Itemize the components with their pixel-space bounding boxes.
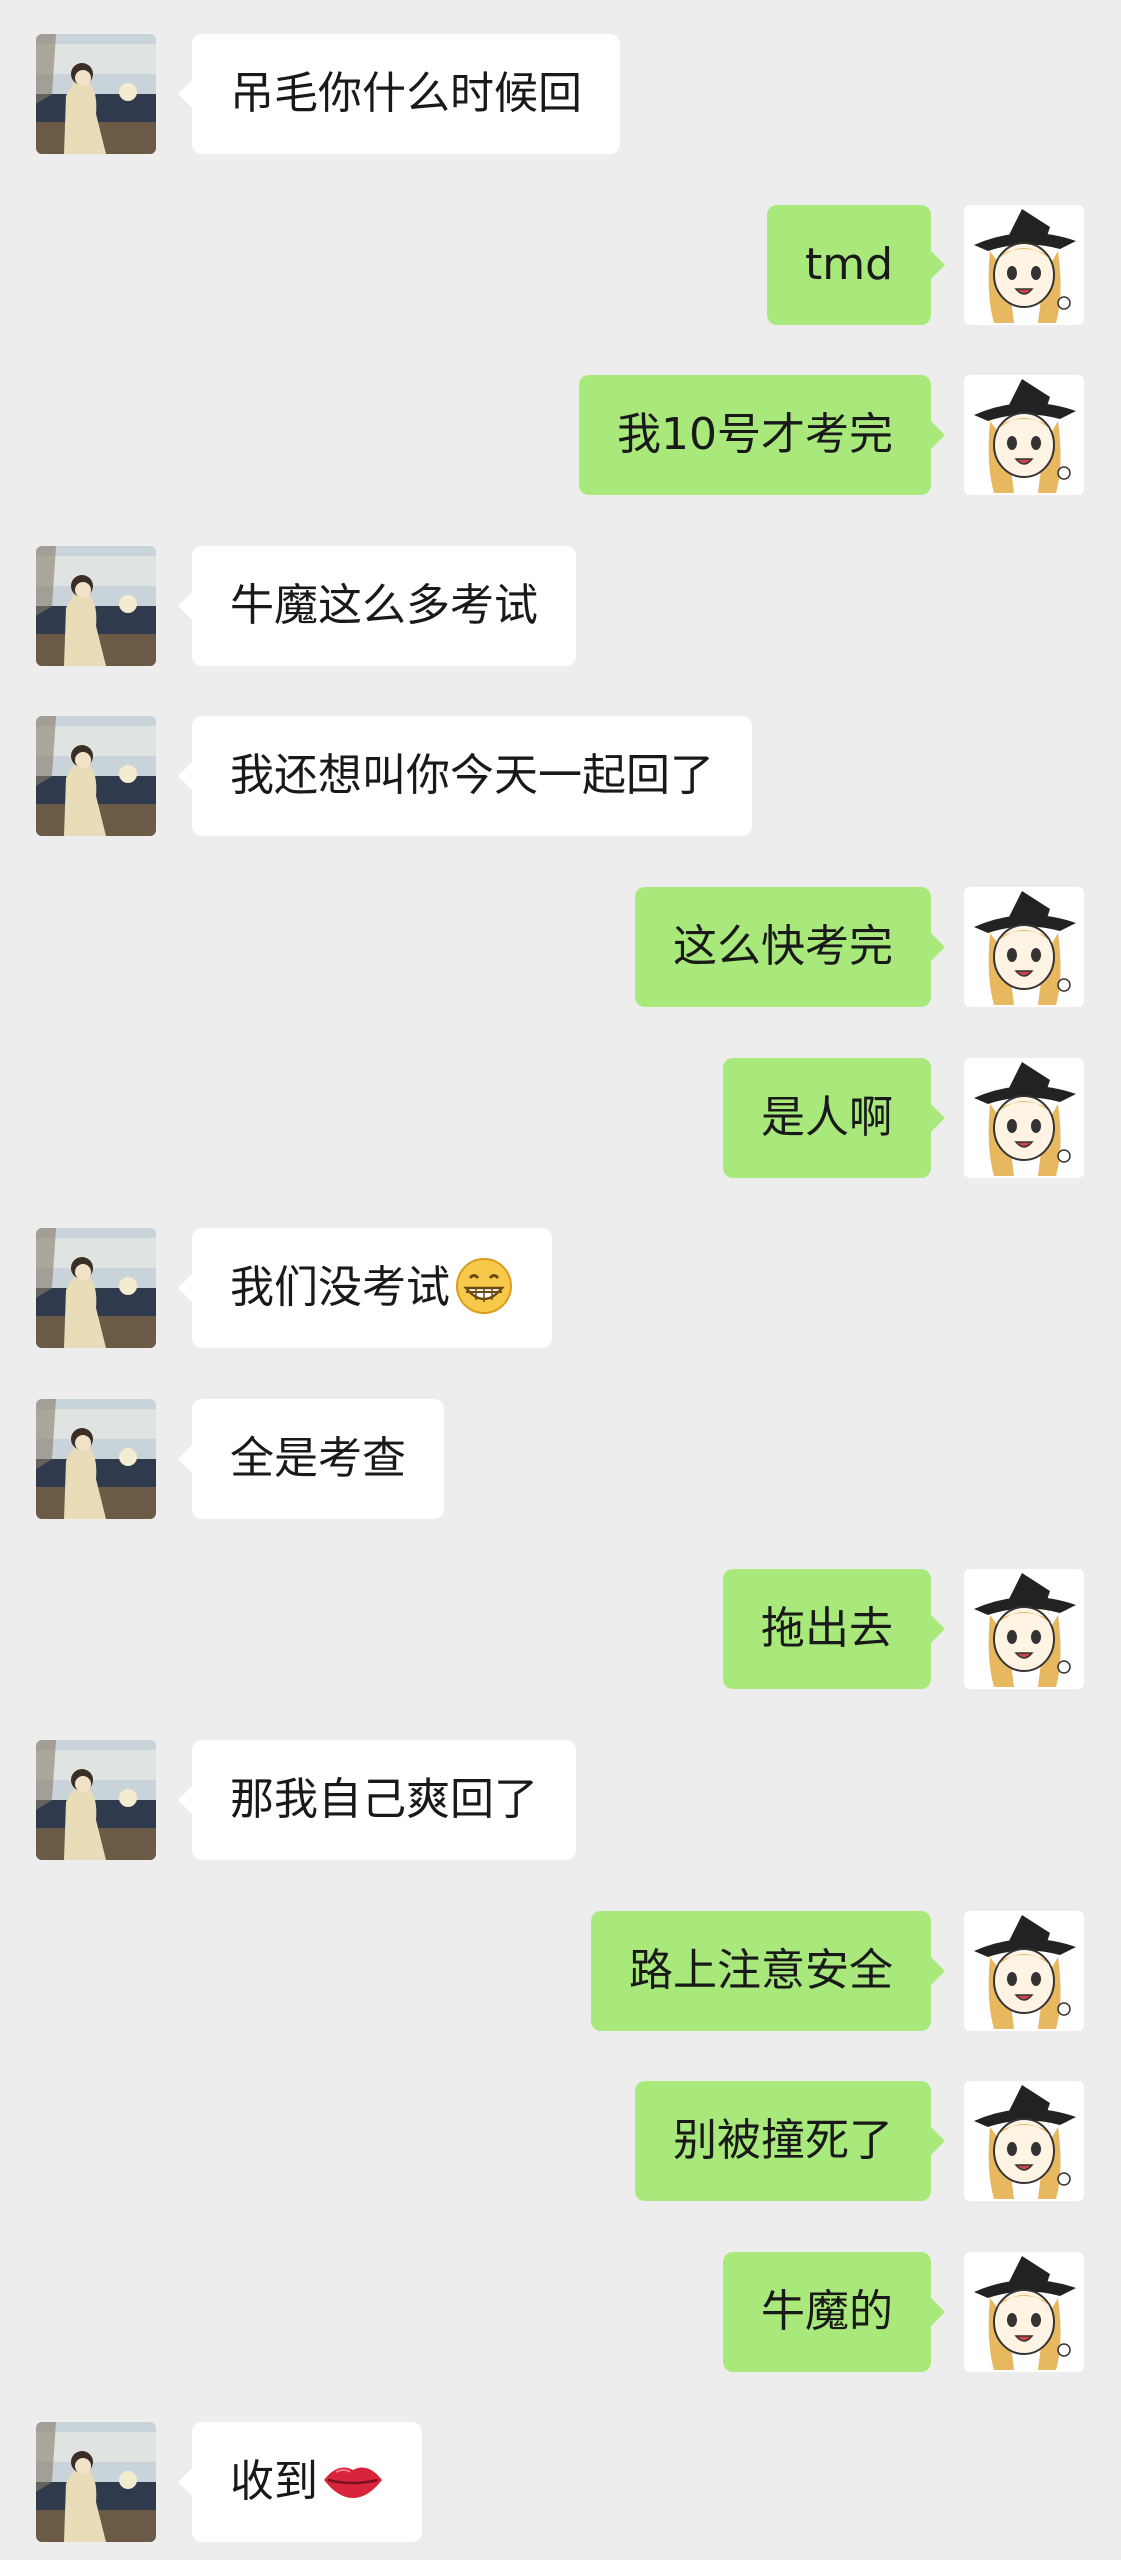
my-avatar[interactable]: [964, 2081, 1084, 2201]
message-bubble[interactable]: 我们没考试: [178, 1228, 552, 1348]
witch-girl-avatar: [964, 1569, 1084, 1689]
message-bubble[interactable]: 那我自己爽回了: [178, 1740, 576, 1860]
witch-girl-avatar: [964, 887, 1084, 1007]
my-avatar[interactable]: [964, 1058, 1084, 1178]
message-bubble[interactable]: 路上注意安全: [591, 1911, 945, 2031]
message-text: 我还想叫你今天一起回了: [230, 750, 714, 801]
grinning-face-emoji: [456, 1258, 512, 1314]
message-bubble[interactable]: 我10号才考完: [579, 375, 945, 495]
received-message-row: 那我自己爽回了: [0, 1740, 1121, 1860]
sent-message-row: 牛魔的: [0, 2252, 1121, 2372]
grinning-face-emoji: [454, 1256, 514, 1316]
received-message-row: 牛魔这么多考试: [0, 546, 1121, 666]
message-text: 全是考查: [230, 1433, 406, 1484]
message-text: 别被撞死了: [673, 2115, 893, 2166]
message-bubble[interactable]: 牛魔的: [723, 2252, 945, 2372]
contact-avatar[interactable]: [36, 1228, 156, 1348]
message-bubble[interactable]: 这么快考完: [635, 887, 945, 1007]
anime-figure-seaside-avatar: [36, 2422, 156, 2542]
message-text: 拖出去: [761, 1603, 893, 1654]
contact-avatar[interactable]: [36, 1740, 156, 1860]
received-message-row: 我还想叫你今天一起回了: [0, 716, 1121, 836]
chat-message-list[interactable]: 吊毛你什么时候回 tmd 我10号才考完 牛魔这么多考试 我还想叫你今天一起回了…: [0, 0, 1121, 2560]
received-message-row: 收到: [0, 2422, 1121, 2542]
witch-girl-avatar: [964, 1911, 1084, 2031]
message-bubble[interactable]: 是人啊: [723, 1058, 945, 1178]
my-avatar[interactable]: [964, 1911, 1084, 2031]
my-avatar[interactable]: [964, 887, 1084, 1007]
witch-girl-avatar: [964, 375, 1084, 495]
message-text: 收到: [230, 2456, 318, 2507]
sent-message-row: 别被撞死了: [0, 2081, 1121, 2201]
witch-girl-avatar: [964, 2081, 1084, 2201]
message-text: tmd: [804, 239, 893, 290]
sent-message-row: 路上注意安全: [0, 1911, 1121, 2031]
message-text: 吊毛你什么时候回: [230, 68, 582, 119]
anime-figure-seaside-avatar: [36, 1399, 156, 1519]
message-bubble[interactable]: 别被撞死了: [635, 2081, 945, 2201]
message-bubble[interactable]: 全是考查: [178, 1399, 444, 1519]
message-text: 我10号才考完: [617, 409, 893, 460]
sent-message-row: 我10号才考完: [0, 375, 1121, 495]
received-message-row: 我们没考试: [0, 1228, 1121, 1348]
message-text: 这么快考完: [673, 921, 893, 972]
message-bubble[interactable]: 拖出去: [723, 1569, 945, 1689]
sent-message-row: tmd: [0, 205, 1121, 325]
contact-avatar[interactable]: [36, 716, 156, 836]
received-message-row: 吊毛你什么时候回: [0, 34, 1121, 154]
anime-figure-seaside-avatar: [36, 546, 156, 666]
message-text: 我们没考试: [230, 1262, 450, 1313]
sent-message-row: 是人啊: [0, 1058, 1121, 1178]
message-text: 是人啊: [761, 1092, 893, 1143]
witch-girl-avatar: [964, 2252, 1084, 2372]
contact-avatar[interactable]: [36, 546, 156, 666]
my-avatar[interactable]: [964, 1569, 1084, 1689]
sent-message-row: 这么快考完: [0, 887, 1121, 1007]
message-text: 那我自己爽回了: [230, 1774, 538, 1825]
anime-figure-seaside-avatar: [36, 34, 156, 154]
contact-avatar[interactable]: [36, 1399, 156, 1519]
lips-emoji: [322, 2458, 384, 2502]
message-bubble[interactable]: 吊毛你什么时候回: [178, 34, 620, 154]
my-avatar[interactable]: [964, 2252, 1084, 2372]
message-text: 牛魔的: [761, 2286, 893, 2337]
my-avatar[interactable]: [964, 375, 1084, 495]
message-bubble[interactable]: tmd: [766, 205, 946, 325]
message-text: 路上注意安全: [629, 1945, 893, 1996]
anime-figure-seaside-avatar: [36, 716, 156, 836]
contact-avatar[interactable]: [36, 34, 156, 154]
witch-girl-avatar: [964, 1058, 1084, 1178]
received-message-row: 全是考查: [0, 1399, 1121, 1519]
message-bubble[interactable]: 收到: [178, 2422, 422, 2542]
anime-figure-seaside-avatar: [36, 1740, 156, 1860]
lips-emoji: [324, 2467, 382, 2498]
message-bubble[interactable]: 牛魔这么多考试: [178, 546, 576, 666]
anime-figure-seaside-avatar: [36, 1228, 156, 1348]
witch-girl-avatar: [964, 205, 1084, 325]
my-avatar[interactable]: [964, 205, 1084, 325]
message-text: 牛魔这么多考试: [230, 580, 538, 631]
message-bubble[interactable]: 我还想叫你今天一起回了: [178, 716, 752, 836]
contact-avatar[interactable]: [36, 2422, 156, 2542]
sent-message-row: 拖出去: [0, 1569, 1121, 1689]
